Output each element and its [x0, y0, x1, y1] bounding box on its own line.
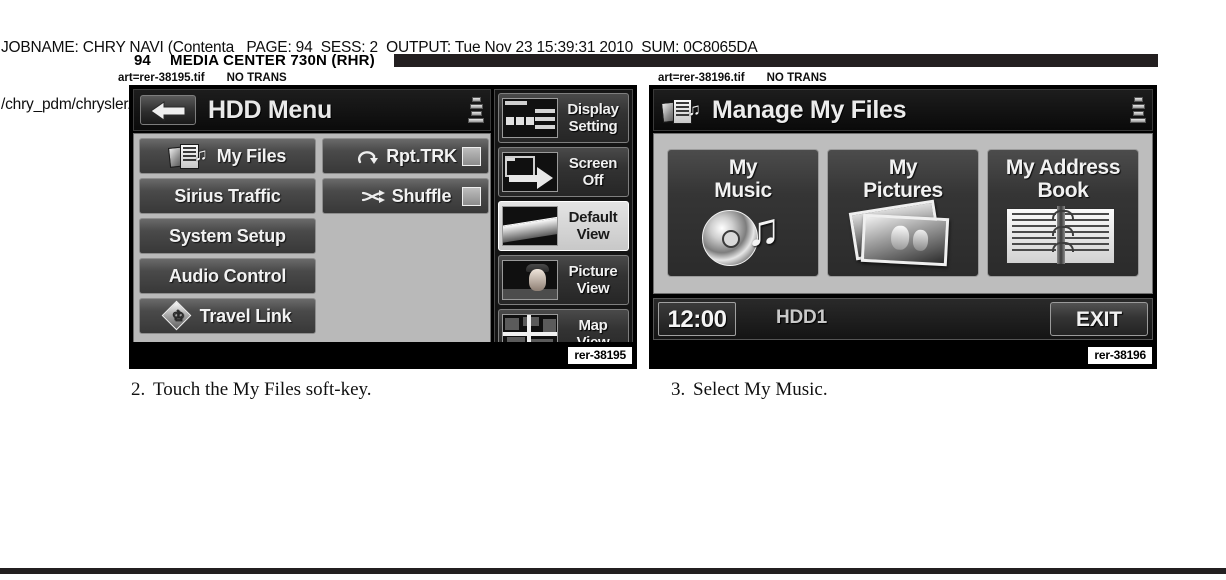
- caption-step-2: 2. Touch the My Files soft-key.: [131, 379, 372, 401]
- shuffle-icon: [360, 189, 386, 204]
- tile-my-address-book[interactable]: My Address Book: [987, 149, 1139, 277]
- softkey-repeat-track[interactable]: Rpt.TRK: [322, 138, 489, 174]
- cd-music-note-icon: ♫: [668, 204, 818, 270]
- clock-display[interactable]: 12:00: [658, 302, 736, 336]
- figure-id-left: rer-38195: [567, 346, 633, 365]
- picture-view-thumb-icon: [502, 260, 558, 300]
- hdd-menu-titlebar: HDD Menu: [133, 89, 491, 131]
- equalizer-icon[interactable]: [468, 97, 484, 125]
- shuffle-checkbox[interactable]: [462, 187, 481, 206]
- media-files-icon: ♫: [661, 98, 702, 124]
- exit-button[interactable]: EXIT: [1050, 302, 1148, 336]
- back-arrow-icon: [151, 101, 186, 121]
- softkey-my-files-label: My Files: [216, 145, 287, 166]
- tile-my-address-book-label: My Address Book: [1005, 156, 1121, 202]
- softkey-sirius-traffic[interactable]: Sirius Traffic: [139, 178, 316, 214]
- softkey-system-setup[interactable]: System Setup: [139, 218, 316, 254]
- screenshot-manage-my-files: ♫ Manage My Files My Music ♫ My Pictures: [649, 85, 1157, 369]
- travel-link-icon: ♔: [161, 300, 191, 331]
- rail-button-default-view[interactable]: Default View: [498, 201, 629, 251]
- softkey-shuffle-label: Shuffle: [391, 185, 452, 206]
- address-book-icon: [988, 204, 1138, 270]
- softkey-shuffle[interactable]: Shuffle: [322, 178, 489, 214]
- art-line-left: art=rer-38195.tif NO TRANS: [118, 72, 287, 84]
- source-label: HDD1: [776, 307, 827, 328]
- manage-my-files-statusbar: 12:00 HDD1 EXIT: [653, 298, 1153, 340]
- tile-my-pictures[interactable]: My Pictures: [827, 149, 979, 277]
- view-mode-rail: Display Setting Screen Off Default View …: [494, 89, 633, 363]
- art-file-right: art=rer-38196.tif: [658, 72, 745, 84]
- softkey-audio-control[interactable]: Audio Control: [139, 258, 316, 294]
- manage-my-files-body: My Music ♫ My Pictures My Address Book: [653, 133, 1153, 294]
- caption-step-2-text: Touch the My Files soft-key.: [153, 379, 372, 400]
- caption-step-3: 3. Select My Music.: [671, 379, 828, 401]
- display-setting-thumb-icon: [502, 98, 558, 138]
- hdd-menu-body: ♫ My Files Sirius Traffic System Setup A…: [133, 133, 491, 363]
- page-number: 94: [134, 52, 151, 69]
- softkey-travel-link[interactable]: ♔ Travel Link: [139, 298, 316, 334]
- back-button[interactable]: [140, 95, 196, 125]
- default-view-thumb-icon: [502, 206, 558, 246]
- screen-off-thumb-icon: [502, 152, 558, 192]
- softkey-audio-control-label: Audio Control: [168, 265, 287, 286]
- manage-my-files-titlebar: ♫ Manage My Files: [653, 89, 1153, 131]
- softkey-my-files[interactable]: ♫ My Files: [139, 138, 316, 174]
- screenshot-hdd-menu: HDD Menu ♫ My Files Sirius Traffic Syste…: [129, 85, 637, 369]
- manage-my-files-footer: [650, 342, 1156, 368]
- art-line-right: art=rer-38196.tif NO TRANS: [658, 72, 827, 84]
- figure-id-right: rer-38196: [1087, 346, 1153, 365]
- photo-stack-icon: [828, 199, 978, 270]
- equalizer-icon[interactable]: [1130, 97, 1146, 125]
- art-trans-right: NO TRANS: [766, 72, 827, 84]
- tile-my-pictures-label: My Pictures: [863, 156, 943, 202]
- page-bottom-rule: [0, 568, 1226, 574]
- tile-my-music-label: My Music: [714, 156, 772, 202]
- tile-my-music[interactable]: My Music ♫: [667, 149, 819, 277]
- softkey-system-setup-label: System Setup: [169, 225, 286, 246]
- page-title: MEDIA CENTER 730N (RHR): [170, 52, 375, 69]
- page-title-row: 94 MEDIA CENTER 730N (RHR): [0, 52, 1226, 71]
- manage-my-files-title: Manage My Files: [712, 96, 907, 124]
- hdd-menu-title: HDD Menu: [208, 96, 332, 124]
- rail-button-display-setting-label: Display Setting: [567, 101, 619, 135]
- hdd-menu-footer: [130, 342, 636, 368]
- caption-step-2-number: 2.: [131, 379, 146, 400]
- repeat-track-checkbox[interactable]: [462, 147, 481, 166]
- rail-button-display-setting[interactable]: Display Setting: [498, 93, 629, 143]
- rail-button-screen-off[interactable]: Screen Off: [498, 147, 629, 197]
- art-trans-left: NO TRANS: [226, 72, 287, 84]
- softkey-repeat-track-label: Rpt.TRK: [386, 145, 457, 166]
- rail-button-picture-view-label: Picture View: [568, 263, 618, 297]
- media-files-icon: ♫: [167, 143, 209, 169]
- rail-button-default-view-label: Default View: [568, 209, 618, 243]
- caption-step-3-text: Select My Music.: [693, 379, 828, 400]
- repeat-icon: [354, 148, 380, 165]
- art-file-left: art=rer-38195.tif: [118, 72, 205, 84]
- title-rule-bar: [394, 54, 1158, 67]
- softkey-sirius-traffic-label: Sirius Traffic: [174, 185, 281, 206]
- softkey-travel-link-label: Travel Link: [199, 305, 292, 326]
- caption-step-3-number: 3.: [671, 379, 686, 400]
- rail-button-screen-off-label: Screen Off: [568, 155, 618, 189]
- rail-button-picture-view[interactable]: Picture View: [498, 255, 629, 305]
